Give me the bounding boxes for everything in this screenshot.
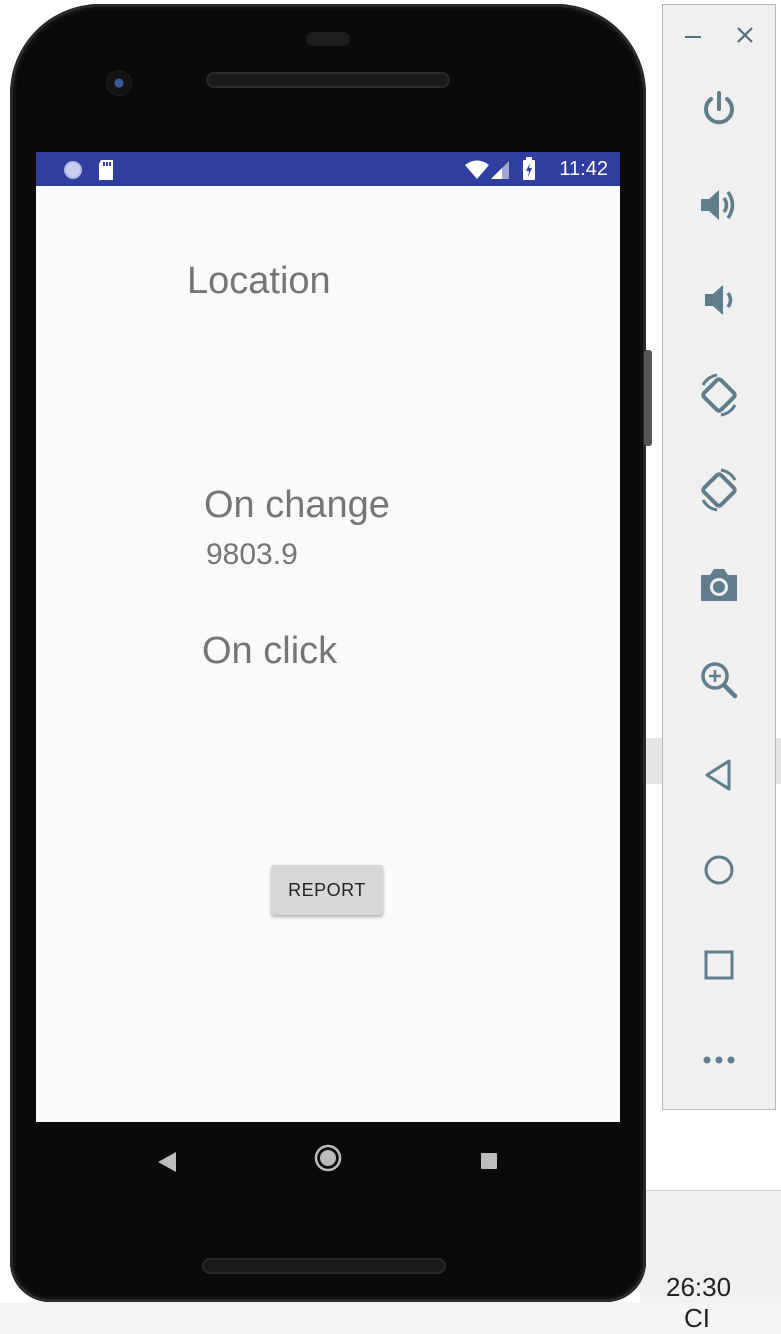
on-click-label: On click [202,630,338,672]
more-button[interactable] [693,1034,745,1086]
front-camera-icon [106,70,132,96]
ide-status-extra: CI [684,1303,710,1333]
sd-card-icon [99,160,113,180]
overview-icon [704,950,734,980]
close-icon[interactable] [735,25,755,45]
location-heading: Location [187,260,331,302]
report-button[interactable]: REPORT [271,865,383,915]
camera-icon [701,569,737,601]
power-icon [704,91,734,125]
nav-recents-icon[interactable] [480,1152,498,1170]
on-change-label: On change [204,484,390,526]
on-change-value: 9803.9 [206,538,298,571]
ide-status-text: 26:30 CI [666,1272,781,1334]
side-button [644,350,652,446]
phone-frame: 11:42 Location On change 9803.9 On click… [10,4,652,1302]
rotate-left-icon [701,373,737,417]
nav-back-icon[interactable] [156,1150,178,1174]
rotate-right-icon [701,468,737,512]
back-button[interactable] [693,749,745,801]
screenshot-button[interactable] [693,559,745,611]
emulator-toolbar [662,4,776,1110]
battery-charging-icon [523,157,535,180]
bottom-speaker [202,1258,446,1274]
volume-down-button[interactable] [693,274,745,326]
ide-cursor-position: 26:30 [666,1272,732,1302]
home-button[interactable] [693,844,745,896]
overview-button[interactable] [693,939,745,991]
earpiece-speaker [206,72,450,88]
status-time: 11:42 [559,158,608,180]
more-icon [703,1056,735,1064]
wifi-icon [465,160,489,179]
cell-signal-icon [491,161,509,179]
zoom-icon [701,662,738,699]
volume-down-icon [705,285,733,315]
notification-dot-icon [64,161,82,179]
home-icon [704,855,734,885]
volume-up-icon [701,190,735,220]
rotate-right-button[interactable] [693,464,745,516]
minimize-icon[interactable] [683,27,703,47]
device-screen: 11:42 Location On change 9803.9 On click… [36,152,620,1122]
status-bar: 11:42 [36,152,620,186]
proximity-sensor [306,32,350,46]
back-icon [705,759,731,791]
zoom-button[interactable] [693,654,745,706]
volume-up-button[interactable] [693,179,745,231]
nav-home-icon[interactable] [314,1144,342,1172]
rotate-left-button[interactable] [693,369,745,421]
power-button[interactable] [693,83,745,135]
